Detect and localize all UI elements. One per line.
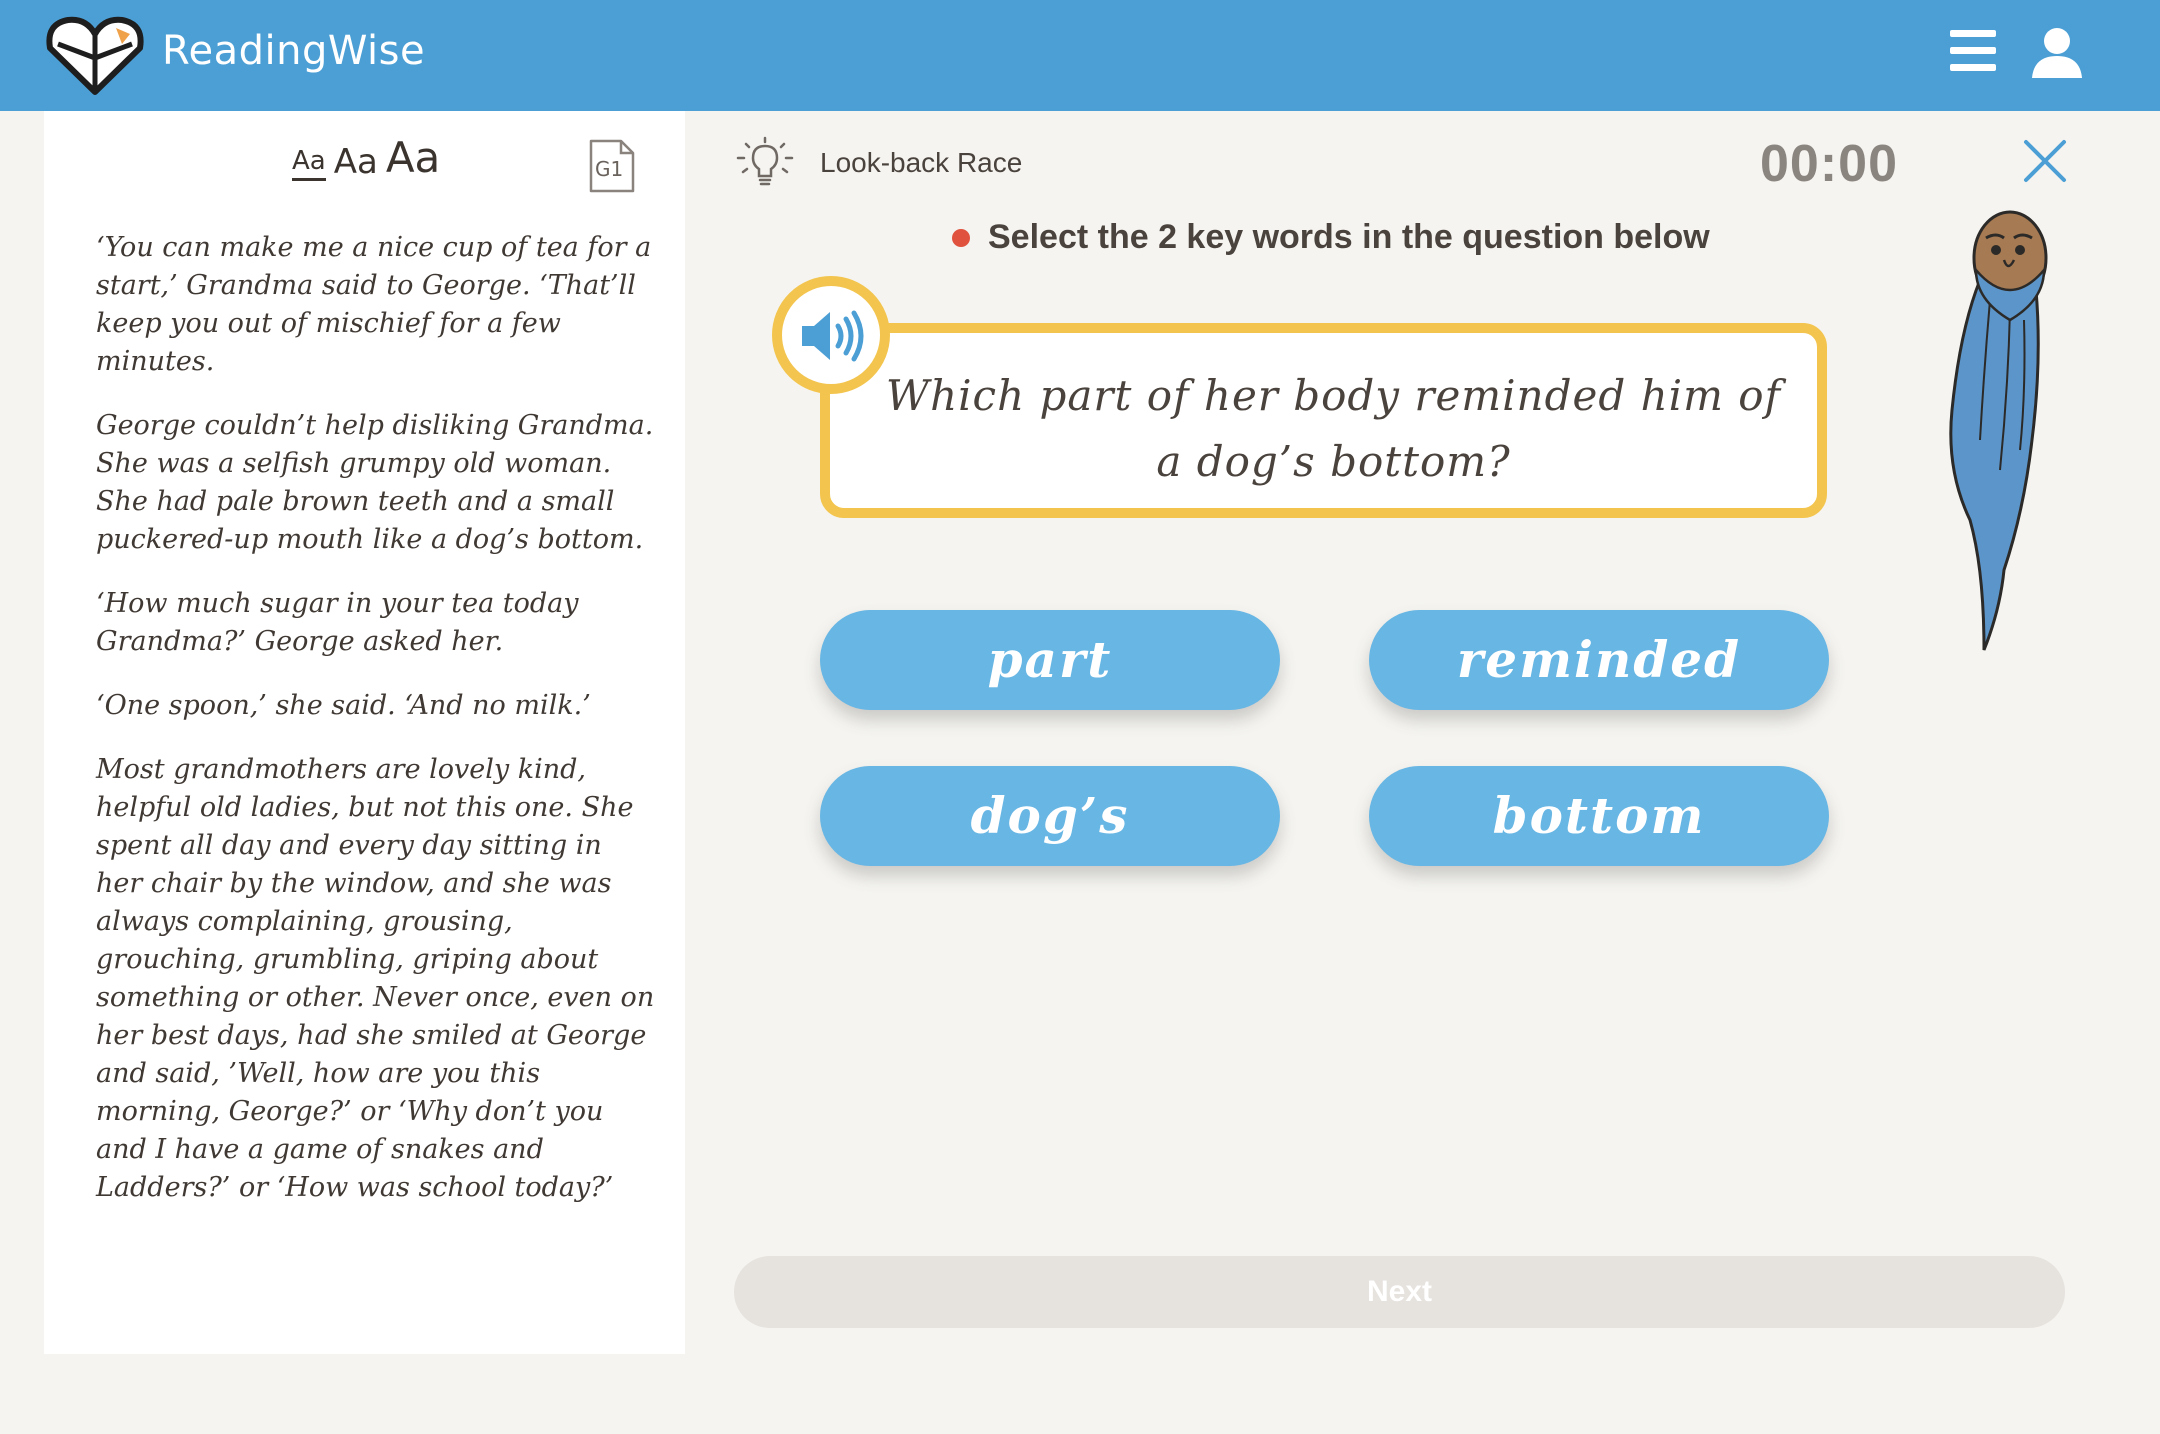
story-paragraph: ‘You can make me a nice cup of tea for a… (96, 232, 652, 377)
story-paragraph: ‘One spoon,’ she said. ‘And no milk.’ (96, 690, 591, 721)
lightbulb-icon (734, 136, 796, 190)
answer-button-part[interactable]: part (820, 610, 1280, 710)
close-icon[interactable] (2022, 138, 2068, 184)
brand-name: ReadingWise (162, 28, 426, 74)
instruction: Select the 2 key words in the question b… (952, 218, 1710, 257)
reading-panel: Aa Aa Aa G1 ‘You can make me a nice cup … (44, 111, 685, 1354)
font-size-medium-button[interactable]: Aa (334, 143, 378, 181)
genie-character-illustration (1940, 210, 2070, 660)
question-card: Which part of her body reminded him of a… (820, 323, 1827, 518)
question-text: Which part of her body reminded him of a… (885, 371, 1782, 486)
story-paragraph: George couldn’t help disliking Grandma. … (96, 410, 654, 555)
font-size-selector: Aa Aa Aa (292, 135, 440, 181)
user-profile-icon[interactable] (2030, 26, 2084, 80)
hamburger-menu-icon[interactable] (1950, 30, 1996, 72)
next-button[interactable]: Next (734, 1256, 2065, 1328)
activity-title: Look-back Race (820, 147, 1023, 178)
top-bar: ReadingWise (0, 0, 2160, 111)
speaker-icon (802, 310, 864, 362)
level-document-icon[interactable]: G1 (589, 139, 635, 193)
readingwise-logo-icon[interactable] (44, 14, 146, 96)
answer-button-bottom[interactable]: bottom (1369, 766, 1829, 866)
level-badge-label: G1 (595, 157, 624, 181)
story-text: ‘You can make me a nice cup of tea for a… (96, 229, 656, 1233)
timer: 00:00 (1760, 135, 1898, 193)
font-size-large-button[interactable]: Aa (386, 135, 440, 181)
story-paragraph: Most grandmothers are lovely kind, helpf… (96, 754, 655, 1203)
status-dot-icon (952, 228, 970, 247)
answer-button-dogs[interactable]: dog’s (820, 766, 1280, 866)
instruction-text: Select the 2 key words in the question b… (988, 218, 1710, 256)
activity-header: Look-back Race (734, 136, 1022, 190)
audio-play-button[interactable] (772, 276, 890, 394)
answer-button-reminded[interactable]: reminded (1369, 610, 1829, 710)
font-size-small-button[interactable]: Aa (292, 146, 326, 181)
story-paragraph: ‘How much sugar in your tea today Grandm… (96, 588, 579, 657)
